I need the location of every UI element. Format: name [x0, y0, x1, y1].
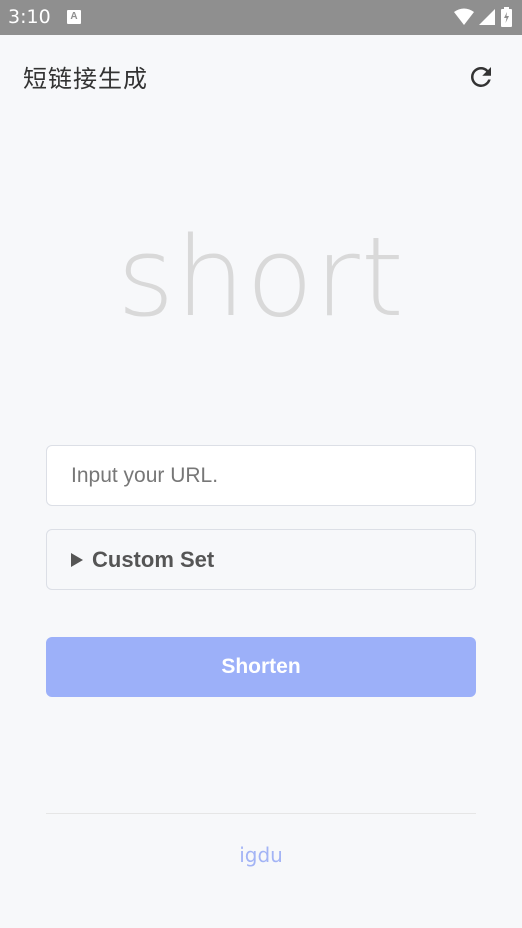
- refresh-icon: [471, 67, 491, 87]
- url-input[interactable]: [46, 445, 476, 506]
- wifi-icon: [454, 8, 474, 25]
- caret-right-icon: [71, 552, 83, 567]
- status-bar: 3:10 A: [0, 0, 522, 35]
- status-icons: [454, 7, 512, 27]
- notification-icon: A: [67, 10, 81, 24]
- footer-divider: [46, 813, 476, 814]
- app-title: 短链接生成: [23, 66, 148, 93]
- footer-link[interactable]: igdu: [0, 843, 522, 867]
- custom-set-toggle[interactable]: Custom Set: [46, 529, 476, 590]
- custom-set-label: Custom Set: [92, 546, 215, 572]
- signal-icon: [479, 9, 495, 25]
- battery-icon: [501, 7, 512, 27]
- status-time: 3:10: [8, 6, 51, 28]
- hero-logo-text: short: [117, 213, 405, 341]
- app-bar: 短链接生成: [0, 35, 522, 115]
- shorten-button[interactable]: Shorten: [46, 637, 476, 697]
- refresh-button[interactable]: [466, 62, 496, 92]
